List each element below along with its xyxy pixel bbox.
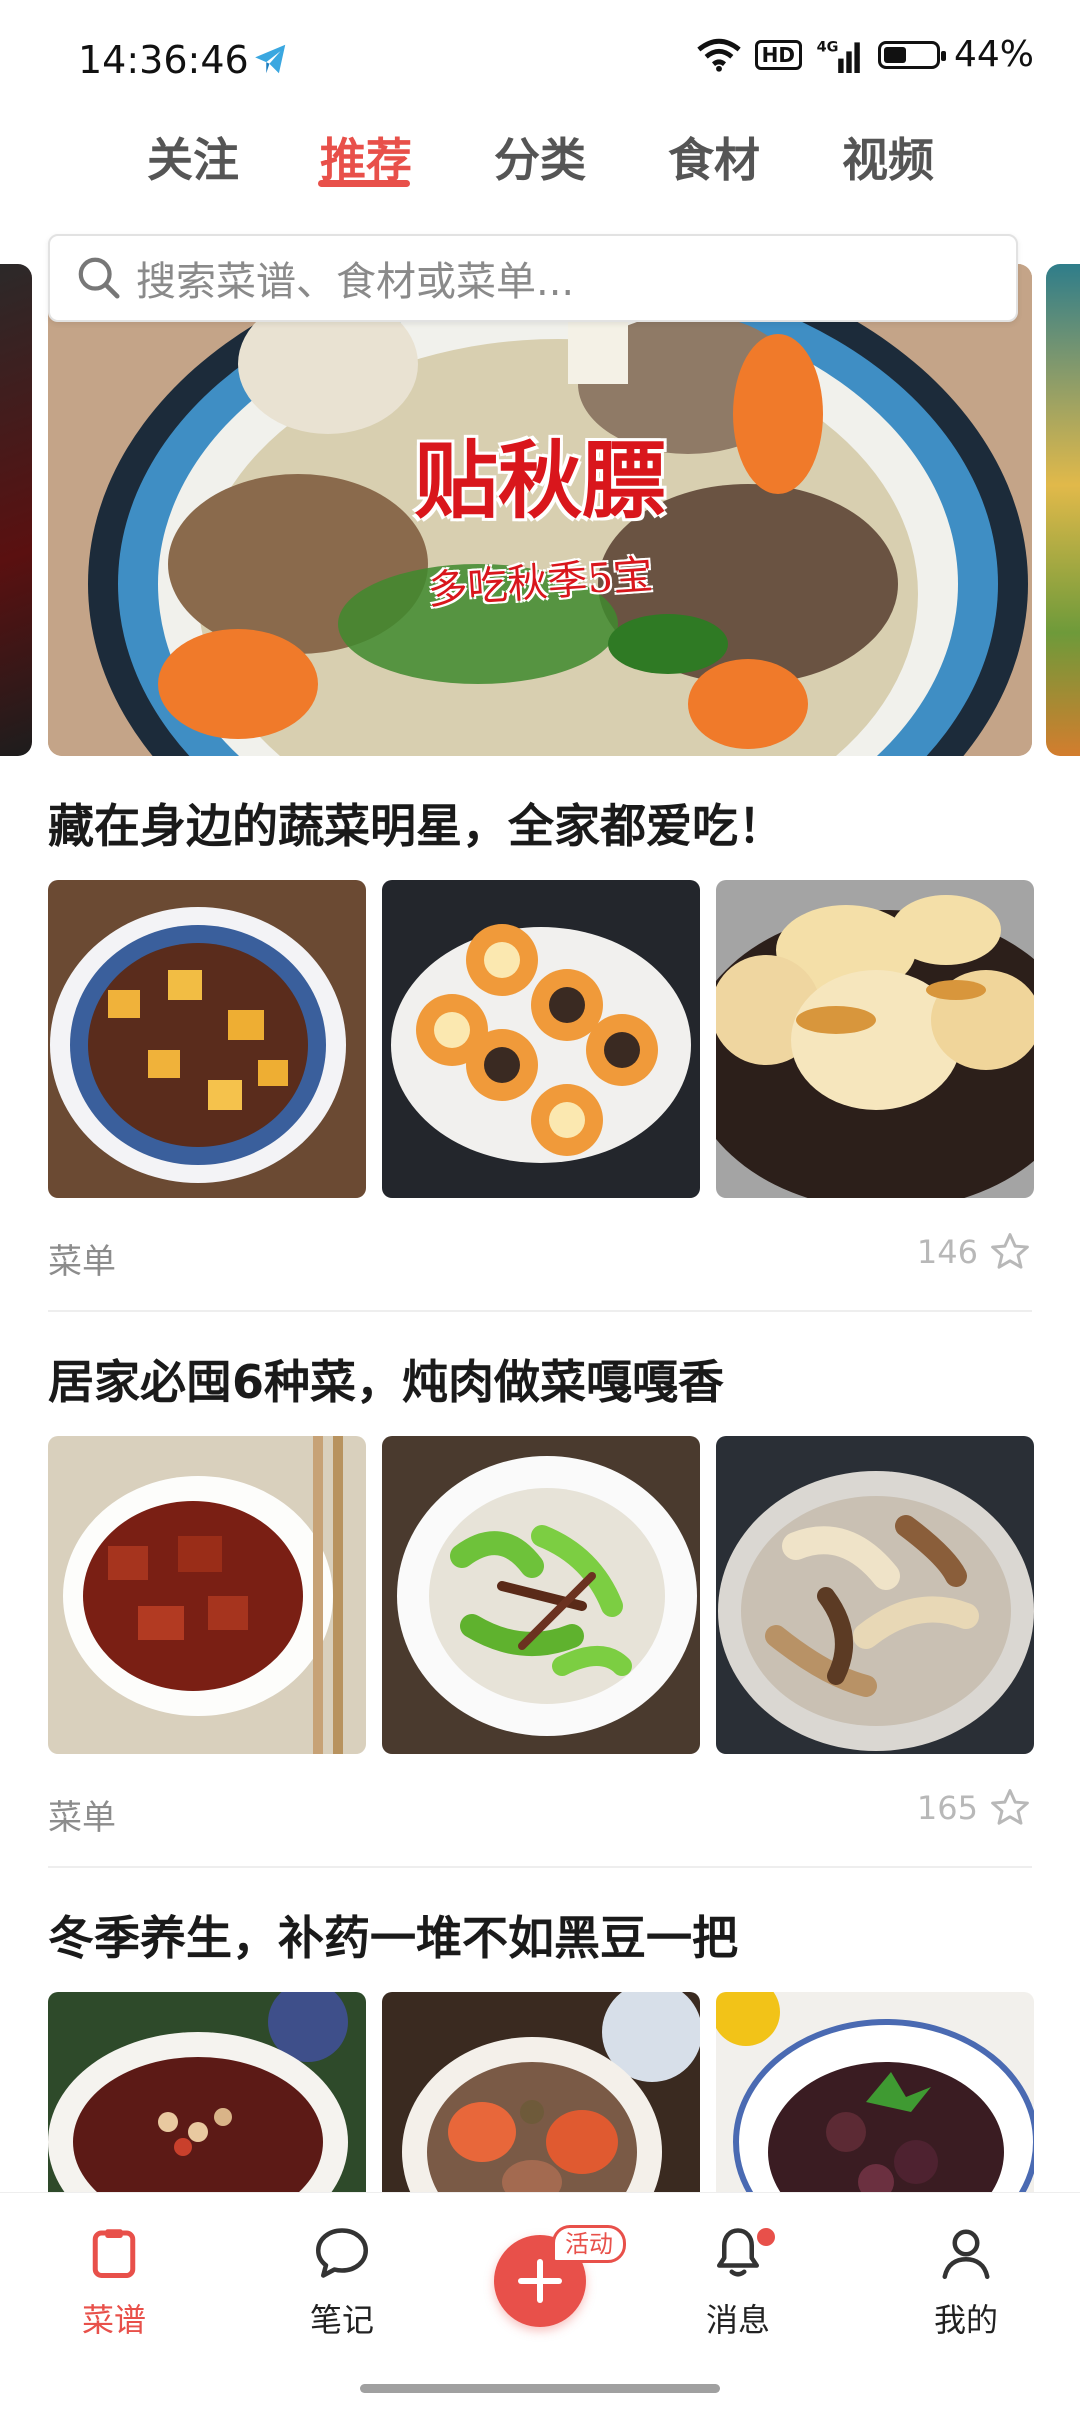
thumbnail-egg-pancakes[interactable] — [382, 880, 700, 1198]
thumbnail-stir-fried-mushrooms[interactable] — [716, 1436, 1034, 1754]
favorite-control[interactable]: 146 — [917, 1230, 1032, 1274]
tab-video[interactable]: 视频 — [842, 124, 934, 190]
menu-card-title[interactable]: 冬季养生，补药一堆不如黑豆一把 — [48, 1902, 738, 1968]
battery-fill — [883, 46, 906, 63]
nav-label: 我的 — [933, 2301, 998, 2339]
active-tab-indicator — [318, 180, 410, 187]
home-indicator[interactable] — [360, 2384, 720, 2393]
menu-card-title[interactable]: 藏在身边的蔬菜明星，全家都爱吃！ — [48, 790, 784, 856]
nav-recipes[interactable]: 菜谱 — [44, 2223, 184, 2341]
banner-next-peek[interactable] — [1046, 264, 1080, 756]
tab-ingredients[interactable]: 食材 — [668, 124, 760, 190]
menu-card-type: 菜单 — [48, 1798, 116, 1838]
search-bar[interactable]: 搜索菜谱、食材或菜单... — [48, 234, 1018, 322]
chat-bubble-icon — [316, 2228, 368, 2278]
signal-icon: 4G — [817, 39, 860, 73]
battery-icon — [877, 40, 946, 69]
hd-indicator: HD — [754, 39, 802, 70]
telegram-icon — [255, 44, 286, 74]
status-right: HD 4G 44% — [696, 34, 1034, 75]
thumbnail-braised-pork-bamboo[interactable] — [48, 1436, 366, 1754]
status-time: 14:36:46 — [78, 38, 249, 82]
nav-label: 菜谱 — [81, 2301, 146, 2339]
battery-percent: 44% — [953, 34, 1034, 75]
star-icon[interactable] — [988, 1786, 1032, 1830]
section-divider — [48, 1866, 1032, 1868]
menu-card-title[interactable]: 居家必囤6种菜，炖肉做菜嘎嘎香 — [48, 1346, 724, 1412]
thumbnail-stir-fried-peppers[interactable] — [382, 1436, 700, 1754]
recipe-clipboard-icon — [92, 2229, 136, 2278]
nav-label: 笔记 — [309, 2301, 374, 2339]
section-divider — [48, 1310, 1032, 1312]
search-icon — [78, 257, 120, 299]
nav-label: 消息 — [705, 2301, 770, 2339]
thumbnail-pan-fried-dumplings[interactable] — [716, 880, 1034, 1198]
banner-title: 贴秋膘 — [413, 431, 666, 530]
nav-notes[interactable]: 笔记 — [272, 2223, 412, 2341]
menu-card-thumbnails — [48, 1436, 1034, 1754]
star-icon[interactable] — [988, 1230, 1032, 1274]
search-placeholder: 搜索菜谱、食材或菜单... — [136, 259, 575, 305]
banner[interactable]: 贴秋膘 多吃秋季5宝 — [48, 264, 1032, 756]
tab-follow[interactable]: 关注 — [147, 124, 239, 190]
favorite-count: 146 — [916, 1233, 978, 1271]
bottom-nav: 菜谱 笔记 活动 消息 我的 — [0, 2192, 1080, 2413]
menu-card-thumbnails — [48, 880, 1034, 1198]
wifi-icon — [696, 38, 741, 72]
banner-prev-peek[interactable] — [0, 264, 32, 756]
person-icon — [942, 2229, 990, 2279]
notification-dot — [754, 2225, 778, 2249]
nav-profile[interactable]: 我的 — [896, 2223, 1036, 2341]
activity-badge[interactable]: 活动 — [552, 2225, 626, 2263]
signal-type: 4G — [817, 39, 839, 55]
favorite-control[interactable]: 165 — [917, 1786, 1032, 1830]
favorite-count: 165 — [916, 1789, 978, 1827]
status-bar: 14:36:46 HD 4G 44% — [0, 0, 1080, 120]
thumbnail-braised-pork-potato[interactable] — [48, 880, 366, 1198]
tab-category[interactable]: 分类 — [494, 124, 586, 190]
nav-messages[interactable]: 消息 — [668, 2223, 808, 2341]
menu-card-type: 菜单 — [48, 1242, 116, 1282]
top-tabs: 关注 推荐 分类 食材 视频 — [0, 112, 1080, 202]
